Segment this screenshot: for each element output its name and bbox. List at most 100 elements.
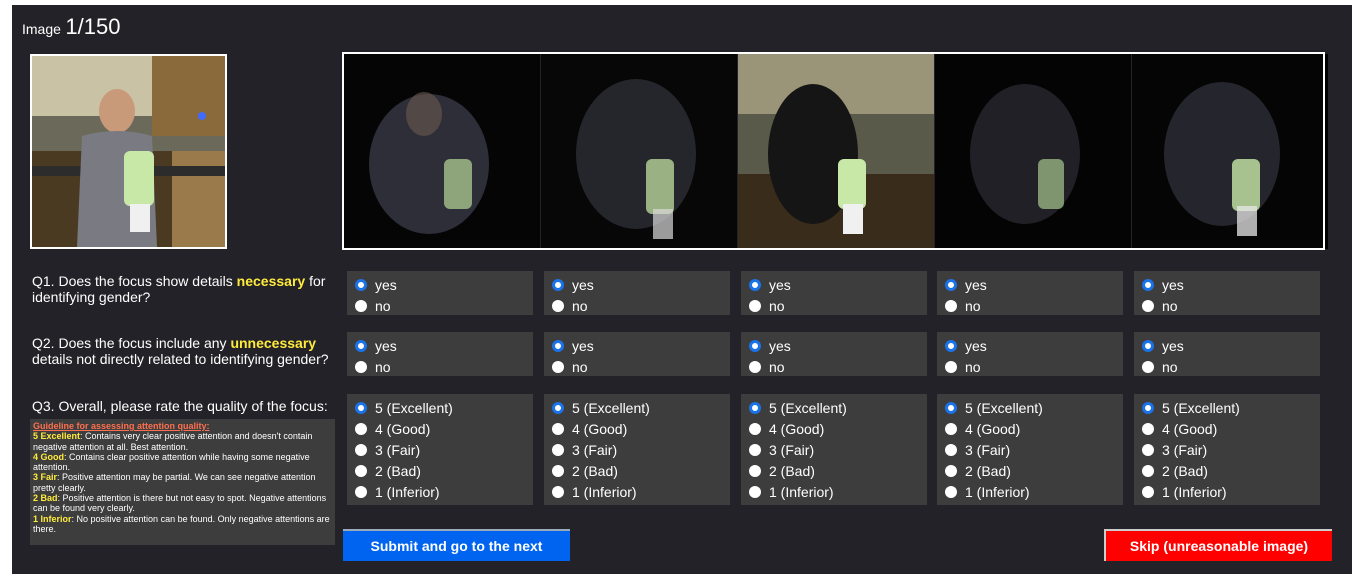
radio-button[interactable] (355, 401, 367, 414)
radio-button[interactable] (552, 443, 564, 456)
q2-option[interactable]: yes (347, 335, 533, 356)
radio-button[interactable] (552, 401, 564, 414)
q2-option[interactable]: no (544, 356, 730, 377)
radio-button[interactable] (945, 443, 957, 456)
q3-option[interactable]: 4 (Good) (937, 418, 1123, 439)
q1-option[interactable]: no (544, 295, 730, 316)
q1-option[interactable]: yes (544, 274, 730, 295)
q3-option[interactable]: 4 (Good) (1134, 418, 1320, 439)
radio-button[interactable] (1142, 422, 1154, 435)
q1-option[interactable]: yes (347, 274, 533, 295)
q3-option[interactable]: 3 (Fair) (347, 439, 533, 460)
q1-option[interactable]: no (741, 295, 927, 316)
radio-button[interactable] (1142, 401, 1154, 414)
radio-button[interactable] (749, 422, 761, 435)
radio-button[interactable] (945, 485, 957, 498)
radio-button[interactable] (945, 339, 957, 352)
q2-option[interactable]: yes (741, 335, 927, 356)
q1-option[interactable]: no (937, 295, 1123, 316)
q3-option[interactable]: 4 (Good) (347, 418, 533, 439)
q3-option[interactable]: 1 (Inferior) (1134, 481, 1320, 502)
q2-option[interactable]: yes (1134, 335, 1320, 356)
radio-button[interactable] (749, 278, 761, 291)
radio-button[interactable] (355, 485, 367, 498)
q3-option[interactable]: 3 (Fair) (937, 439, 1123, 460)
radio-button[interactable] (1142, 278, 1154, 291)
q3-option[interactable]: 1 (Inferior) (937, 481, 1123, 502)
q1-option[interactable]: yes (741, 274, 927, 295)
radio-button[interactable] (552, 339, 564, 352)
radio-button[interactable] (1142, 443, 1154, 456)
q3-option[interactable]: 3 (Fair) (544, 439, 730, 460)
radio-button[interactable] (749, 464, 761, 477)
q3-option[interactable]: 4 (Good) (741, 418, 927, 439)
q2-option[interactable]: no (1134, 356, 1320, 377)
radio-button[interactable] (552, 278, 564, 291)
radio-button[interactable] (355, 360, 367, 373)
q3-option[interactable]: 2 (Bad) (741, 460, 927, 481)
radio-button[interactable] (749, 360, 761, 373)
submit-next-button[interactable]: Submit and go to the next (343, 529, 570, 561)
q3-option[interactable]: 1 (Inferior) (741, 481, 927, 502)
radio-button[interactable] (355, 299, 367, 312)
radio-button[interactable] (1142, 339, 1154, 352)
radio-button[interactable] (552, 299, 564, 312)
radio-button[interactable] (552, 360, 564, 373)
q2-option[interactable]: no (937, 356, 1123, 377)
q3-option[interactable]: 3 (Fair) (741, 439, 927, 460)
radio-button[interactable] (749, 485, 761, 498)
radio-button[interactable] (749, 401, 761, 414)
q1-option[interactable]: no (347, 295, 533, 316)
q3-option[interactable]: 5 (Excellent) (1134, 397, 1320, 418)
q3-option[interactable]: 2 (Bad) (544, 460, 730, 481)
q1-option[interactable]: yes (1134, 274, 1320, 295)
radio-button[interactable] (945, 278, 957, 291)
radio-label: yes (965, 276, 987, 293)
q2-option[interactable]: yes (544, 335, 730, 356)
q3-option[interactable]: 4 (Good) (544, 418, 730, 439)
q2-option[interactable]: no (741, 356, 927, 377)
radio-button[interactable] (1142, 464, 1154, 477)
q2-option[interactable]: yes (937, 335, 1123, 356)
radio-button[interactable] (945, 299, 957, 312)
q3-option[interactable]: 1 (Inferior) (347, 481, 533, 502)
q3-option[interactable]: 2 (Bad) (1134, 460, 1320, 481)
radio-button[interactable] (749, 443, 761, 456)
q1-option[interactable]: yes (937, 274, 1123, 295)
radio-button[interactable] (945, 401, 957, 414)
question-2-prefix: Q2. Does the focus include any (32, 335, 231, 351)
radio-button[interactable] (552, 485, 564, 498)
q3-option[interactable]: 5 (Excellent) (937, 397, 1123, 418)
skip-button[interactable]: Skip (unreasonable image) (1104, 529, 1332, 561)
radio-button[interactable] (355, 278, 367, 291)
radio-button[interactable] (1142, 485, 1154, 498)
radio-button[interactable] (945, 360, 957, 373)
attention-map-3 (738, 54, 934, 249)
radio-button[interactable] (945, 464, 957, 477)
radio-label: 2 (Bad) (375, 462, 421, 479)
radio-button[interactable] (355, 443, 367, 456)
radio-button[interactable] (552, 464, 564, 477)
q3-option[interactable]: 1 (Inferior) (544, 481, 730, 502)
radio-button[interactable] (749, 299, 761, 312)
radio-button[interactable] (1142, 360, 1154, 373)
q3-option[interactable]: 5 (Excellent) (544, 397, 730, 418)
radio-label: no (769, 358, 785, 375)
q3-option[interactable]: 5 (Excellent) (347, 397, 533, 418)
q3-option[interactable]: 2 (Bad) (937, 460, 1123, 481)
radio-button[interactable] (749, 339, 761, 352)
radio-button[interactable] (552, 422, 564, 435)
q3-option[interactable]: 5 (Excellent) (741, 397, 927, 418)
radio-label: yes (375, 276, 397, 293)
radio-label: 2 (Bad) (1162, 462, 1208, 479)
q3-option[interactable]: 3 (Fair) (1134, 439, 1320, 460)
q2-option[interactable]: no (347, 356, 533, 377)
question-2: Q2. Does the focus include any unnecessa… (32, 335, 332, 367)
q3-option[interactable]: 2 (Bad) (347, 460, 533, 481)
radio-button[interactable] (945, 422, 957, 435)
radio-button[interactable] (355, 422, 367, 435)
radio-button[interactable] (355, 339, 367, 352)
q1-option[interactable]: no (1134, 295, 1320, 316)
radio-button[interactable] (1142, 299, 1154, 312)
radio-button[interactable] (355, 464, 367, 477)
